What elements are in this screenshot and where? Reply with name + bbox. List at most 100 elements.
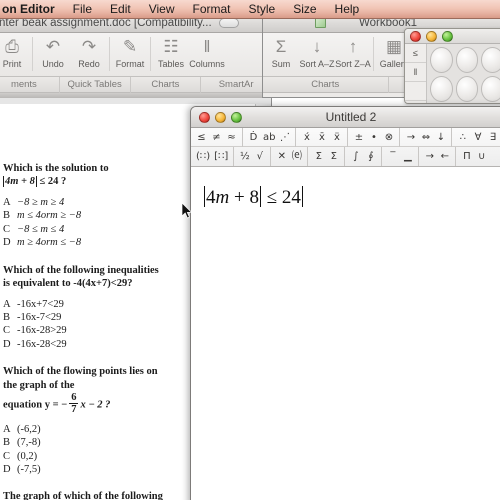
ribbon-button-print[interactable]: ⎙ Print	[0, 35, 30, 69]
palette-logical-symbols[interactable]: ∴ ∀ ∃	[452, 128, 500, 147]
tab-charts[interactable]: Charts	[131, 76, 202, 93]
tab-charts[interactable]: Charts	[263, 76, 389, 93]
word-ribbon-tabs[interactable]: ments Quick Tables Charts SmartAr	[0, 76, 271, 93]
template-radical[interactable]: √	[252, 148, 267, 165]
symbol-ab-space[interactable]: ab	[261, 129, 277, 146]
template-subscript[interactable]: ⒠	[289, 148, 304, 165]
ribbon-button-redo[interactable]: ↷ Redo	[71, 35, 107, 69]
equation-editor-window[interactable]: Untitled 2 ≤ ≠ ≈ Ḋ ab ⋰ x́ x̄ ẍ ± • ⊗ →…	[190, 106, 500, 500]
symbol-there-exists[interactable]: ∃	[485, 129, 500, 146]
template-underbar[interactable]: ▁	[400, 148, 415, 165]
tab-quick-tables[interactable]: Quick Tables	[60, 76, 131, 93]
symbol-plus-minus[interactable]: ±	[351, 129, 366, 146]
symbol-left-right-double-arrow[interactable]: ⇔	[418, 129, 433, 146]
symbol-acute-accent[interactable]: x́	[299, 129, 314, 146]
word-toolbar-toggle-button[interactable]	[219, 18, 239, 28]
palette-fraction-radical-templates[interactable]: ½ √	[234, 147, 272, 166]
template-product[interactable]: Π	[459, 148, 474, 165]
palette-operator-symbols[interactable]: ± • ⊗	[348, 127, 401, 147]
symbol-approximately-equal[interactable]: ≈	[224, 129, 239, 146]
symbol-overbar[interactable]: x̄	[314, 129, 329, 146]
zoom-button[interactable]	[231, 111, 242, 123]
palette-cell[interactable]	[481, 76, 500, 102]
symbol-dot-above[interactable]: Ḋ	[246, 129, 261, 146]
minimize-button[interactable]	[426, 30, 437, 42]
ribbon-button-tables[interactable]: ☷ Tables	[153, 35, 189, 69]
tab-smartart[interactable]: SmartAr	[201, 77, 271, 93]
symbol-not-equal[interactable]: ≠	[209, 129, 224, 146]
symbol-bullet[interactable]: •	[366, 129, 381, 146]
palette-product-set-templates[interactable]: Π ∪	[456, 147, 492, 166]
template-labeled-right-arrow[interactable]: →	[422, 148, 437, 165]
symbol-for-all[interactable]: ∀	[470, 129, 485, 146]
template-parentheses[interactable]: (∷)	[194, 148, 212, 165]
ribbon-button-format[interactable]: ✎ Format	[112, 35, 148, 69]
palette-embellishments[interactable]: x́ x̄ ẍ	[296, 127, 349, 147]
menu-item-size[interactable]: Size	[284, 0, 325, 18]
template-union[interactable]: ∪	[474, 148, 489, 165]
tab-elements[interactable]: ments	[0, 76, 60, 93]
menu-item-edit[interactable]: Edit	[101, 0, 140, 18]
palette-side-button-fence[interactable]: ‖	[405, 63, 426, 82]
ribbon-button-columns[interactable]: ‖ Columns	[189, 35, 225, 69]
ribbon-button-sort-desc[interactable]: ↑ Sort Z–A	[335, 35, 371, 69]
equation-editor-title-bar[interactable]: Untitled 2	[191, 107, 500, 128]
ribbon-button-undo[interactable]: ↶ Undo	[35, 35, 71, 69]
symbol-diaeresis[interactable]: ẍ	[329, 129, 344, 146]
menu-item-view[interactable]: View	[140, 0, 184, 18]
palette-summation-templates[interactable]: Σ Σ	[308, 147, 346, 166]
template-superscript[interactable]: ✕	[274, 148, 289, 165]
system-menu-bar[interactable]: on Editor File Edit View Format Style Si…	[0, 0, 500, 19]
template-labeled-left-arrow[interactable]: ←	[437, 148, 452, 165]
menu-item-style[interactable]: Style	[240, 0, 285, 18]
palette-cell[interactable]	[455, 47, 479, 73]
template-overbar[interactable]: ‾	[385, 148, 400, 165]
palette-cell[interactable]	[481, 47, 500, 73]
symbol-palette-window[interactable]: ≤ ‖	[404, 28, 500, 104]
equation-editor-toolbar[interactable]: ≤ ≠ ≈ Ḋ ab ⋰ x́ x̄ ẍ ± • ⊗ → ⇔ ↓ ∴ ∀ ∃ …	[191, 127, 500, 167]
symbol-down-arrow[interactable]: ↓	[433, 129, 448, 146]
palette-labeled-arrow-templates[interactable]: → ←	[419, 147, 457, 166]
equation-toolbar-row-templates[interactable]: (∷) [∷] ½ √ ✕ ⒠ Σ Σ ∫ ∮ ‾ ▁ → ← Π ∪	[191, 147, 500, 166]
symbol-right-arrow[interactable]: →	[403, 129, 418, 146]
template-integral[interactable]: ∫	[348, 148, 363, 165]
symbol-less-than-equal[interactable]: ≤	[194, 129, 209, 146]
ribbon-button-sum[interactable]: Σ Sum	[263, 35, 299, 69]
close-button[interactable]	[199, 111, 210, 123]
palette-underbar-overbar-templates[interactable]: ‾ ▁	[382, 147, 420, 166]
symbol-therefore[interactable]: ∴	[455, 129, 470, 146]
palette-cell[interactable]	[455, 76, 479, 102]
palette-side-button-relational[interactable]: ≤	[405, 44, 426, 63]
palette-side-toolbar[interactable]: ≤ ‖	[405, 44, 427, 103]
ribbon-button-sort-asc[interactable]: ↓ Sort A–Z	[299, 35, 335, 69]
palette-relational-symbols[interactable]: ≤ ≠ ≈	[191, 127, 243, 147]
close-button[interactable]	[410, 30, 421, 42]
palette-fence-templates[interactable]: (∷) [∷]	[191, 147, 235, 166]
symbol-ellipsis[interactable]: ⋰	[277, 129, 292, 146]
menu-item-app-name[interactable]: on Editor	[0, 0, 64, 18]
template-summation-limits[interactable]: Σ	[326, 148, 341, 165]
symbol-circled-times[interactable]: ⊗	[381, 129, 396, 146]
template-fraction[interactable]: ½	[237, 148, 252, 165]
palette-side-button-extra[interactable]	[405, 82, 426, 101]
palette-cell[interactable]	[430, 47, 453, 73]
template-summation[interactable]: Σ	[311, 148, 326, 165]
word-ribbon[interactable]: ⎙ Print ↶ Undo ↷ Redo ✎ Format ☷ Tables	[0, 33, 271, 77]
equation-toolbar-row-symbols[interactable]: ≤ ≠ ≈ Ḋ ab ⋰ x́ x̄ ẍ ± • ⊗ → ⇔ ↓ ∴ ∀ ∃	[191, 127, 500, 147]
menu-item-format[interactable]: Format	[184, 0, 240, 18]
template-brackets[interactable]: [∷]	[212, 148, 230, 165]
equation-editing-canvas[interactable]: 4m + 8 ≤ 24	[191, 168, 500, 500]
palette-subscript-superscript-templates[interactable]: ✕ ⒠	[271, 147, 309, 166]
palette-arrow-symbols[interactable]: → ⇔ ↓	[400, 127, 453, 147]
equation-expression[interactable]: 4m + 8 ≤ 24	[203, 186, 303, 209]
template-contour-integral[interactable]: ∮	[363, 148, 378, 165]
palette-spaces-and-dots[interactable]: Ḋ ab ⋰	[243, 127, 297, 147]
menu-item-help[interactable]: Help	[326, 0, 369, 18]
menu-item-file[interactable]: File	[64, 0, 101, 18]
zoom-button[interactable]	[442, 30, 453, 42]
palette-cell-grid[interactable]	[427, 44, 500, 103]
minimize-button[interactable]	[215, 111, 226, 123]
palette-title-bar[interactable]	[405, 29, 500, 44]
palette-cell[interactable]	[430, 76, 453, 102]
palette-integral-templates[interactable]: ∫ ∮	[345, 147, 383, 166]
